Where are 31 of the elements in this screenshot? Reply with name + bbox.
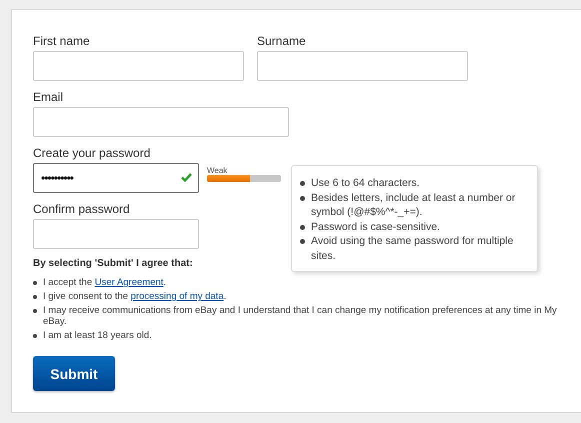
field-label: Email	[33, 90, 64, 104]
agreement-heading: By selecting 'Submit' I agree that:	[33, 258, 194, 269]
bullet-icon	[300, 196, 305, 200]
agreement-item: I am at least 18 years old.	[43, 330, 152, 341]
tip-text: Besides letters, include at least a number or symbol (!@#$%^*-_+=).	[311, 190, 516, 220]
bullet-icon	[33, 334, 37, 338]
submit-button[interactable]: Submit	[33, 356, 115, 391]
bullet-icon	[33, 280, 37, 284]
field-label: First name	[33, 34, 90, 48]
input-field[interactable]: ••••••••••	[33, 163, 199, 193]
bullet-icon	[300, 239, 305, 244]
tip-text: Avoid using the same password for multiple sites.	[311, 234, 514, 263]
field-label: Confirm password	[33, 202, 130, 216]
bullet-icon	[33, 308, 37, 312]
input-field[interactable]	[257, 51, 468, 81]
tip-text: Password is case-sensitive.	[311, 220, 440, 234]
bullet-icon	[33, 294, 37, 298]
agreement-item: I give consent to the processing of my data.	[43, 291, 226, 302]
bullet-icon	[300, 181, 305, 186]
agreement-item: I accept the User Agreement.	[43, 277, 166, 288]
input-field[interactable]	[33, 51, 244, 81]
input-field[interactable]	[33, 219, 199, 249]
tip-text: Use 6 to 64 characters.	[311, 176, 420, 190]
agreement-item: I may receive communications from eBay and I understand that I can change my notification preferences at any time in My eBay.	[43, 305, 558, 327]
bullet-icon	[300, 224, 305, 230]
agreement-link[interactable]: User Agreement	[94, 277, 164, 288]
strength-label: Weak	[207, 166, 228, 175]
field-label: Create your password	[33, 146, 150, 160]
input-field[interactable]	[33, 107, 289, 137]
field-label: Surname	[257, 34, 306, 48]
agreement-link[interactable]: processing of my data	[130, 291, 224, 302]
